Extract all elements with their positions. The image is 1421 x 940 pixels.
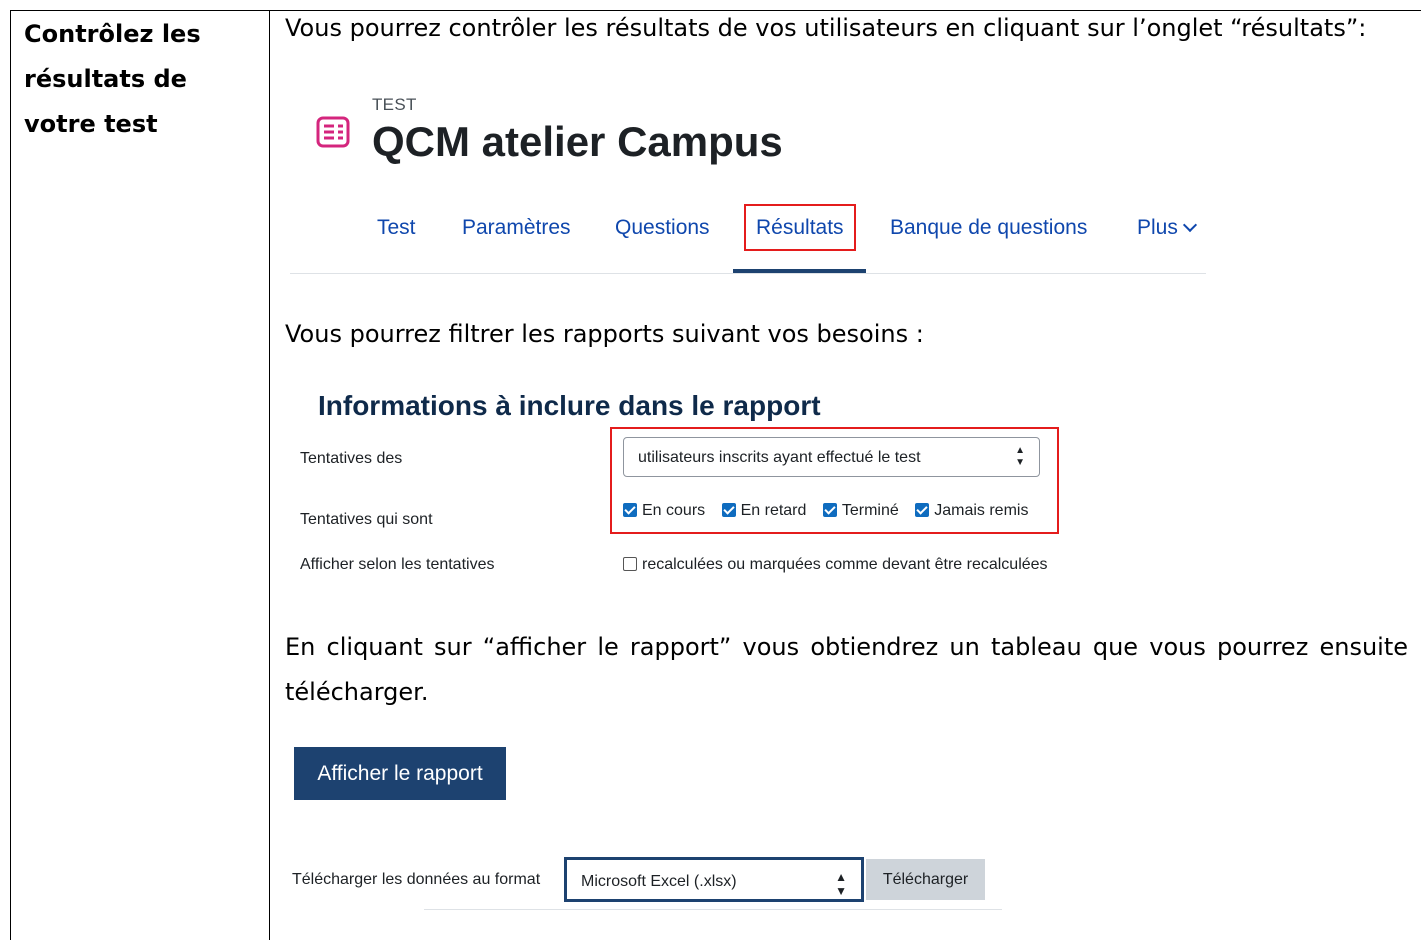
section-title: Contrôlez les résultats de votre test: [24, 20, 201, 138]
checkbox-en-cours[interactable]: En cours: [623, 502, 705, 520]
checkbox-label: recalculées ou marquées comme devant êtr…: [642, 556, 1048, 573]
tab-plus[interactable]: Plus: [1137, 205, 1197, 250]
quiz-title: QCM atelier Campus: [372, 118, 783, 165]
tab-test[interactable]: Test: [377, 205, 416, 250]
checkbox-label: Terminé: [841, 502, 899, 519]
attempts-from-select[interactable]: utilisateurs inscrits ayant effectué le …: [623, 437, 1040, 477]
attempts-state-label: Tentatives qui sont: [300, 511, 433, 528]
tab-questions[interactable]: Questions: [615, 205, 710, 250]
checkbox-en-retard[interactable]: En retard: [721, 502, 807, 520]
attempts-from-value: utilisateurs inscrits ayant effectué le …: [638, 449, 921, 466]
table-column-divider: [269, 10, 270, 940]
attempts-from-label: Tentatives des: [300, 450, 403, 467]
checkbox-label: En retard: [740, 502, 807, 519]
tab-plus-label: Plus: [1137, 216, 1178, 239]
download-button[interactable]: Télécharger: [866, 859, 985, 900]
download-format-label: Télécharger les données au format: [292, 871, 541, 888]
download-format-select[interactable]: Microsoft Excel (.xlsx) ▲ ▼: [564, 857, 864, 902]
table-top-border: [10, 10, 1421, 11]
intro-paragraph: Vous pourrez contrôler les résultats de …: [285, 14, 1367, 42]
checkbox-unchecked-icon: [623, 557, 637, 571]
tab-banque-de-questions[interactable]: Banque de questions: [890, 205, 1087, 250]
checkbox-checked-icon: [721, 503, 736, 517]
filter-paragraph: Vous pourrez filtrer les rapports suivan…: [285, 320, 924, 348]
show-report-button[interactable]: Afficher le rapport: [294, 747, 506, 800]
table-left-border: [10, 10, 11, 940]
select-arrows-icon: ▲ ▼: [835, 870, 847, 898]
checkbox-checked-icon: [822, 503, 837, 517]
checkbox-termine[interactable]: Terminé: [822, 502, 899, 520]
divider: [424, 909, 1002, 910]
download-format-value: Microsoft Excel (.xlsx): [581, 873, 737, 890]
tab-resultats[interactable]: Résultats: [744, 204, 856, 251]
tab-parametres[interactable]: Paramètres: [462, 205, 571, 250]
show-attempts-label: Afficher selon les tentatives: [300, 556, 495, 573]
checkbox-checked-icon: [623, 503, 637, 517]
checkbox-regrade[interactable]: recalculées ou marquées comme devant êtr…: [623, 556, 1048, 574]
checkbox-label: En cours: [642, 502, 706, 519]
active-tab-indicator: [733, 269, 866, 273]
report-options-heading: Informations à inclure dans le rapport: [318, 390, 821, 421]
checkbox-label: Jamais remis: [934, 502, 1029, 519]
attempts-state-checkboxes: En cours En retard Terminé Jamais remis: [623, 502, 1040, 520]
report-paragraph: En cliquant sur “afficher le rapport” vo…: [285, 633, 1408, 706]
quiz-list-icon: [316, 116, 350, 148]
checkbox-jamais-remis[interactable]: Jamais remis: [915, 502, 1028, 520]
activity-type-label: TEST: [372, 95, 417, 114]
activity-tabs: Test Paramètres Questions Résultats Banq…: [290, 204, 1206, 274]
checkbox-checked-icon: [915, 503, 930, 517]
select-arrows-icon: ▲ ▼: [1015, 445, 1025, 468]
document-table: Contrôlez les résultats de votre test Vo…: [0, 0, 1421, 940]
chevron-down-icon: [1182, 217, 1197, 233]
